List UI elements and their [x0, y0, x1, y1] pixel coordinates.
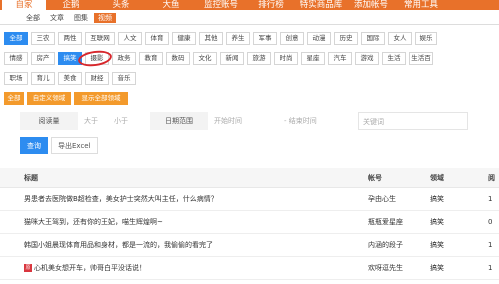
- table-row[interactable]: 男患者去医院做B超检查，美女护士突然大叫主任，什么病情？ 孕由心生 搞笑 1: [0, 188, 499, 211]
- category-tag[interactable]: 体育: [145, 32, 169, 45]
- category-tag[interactable]: 旅游: [247, 52, 271, 65]
- category-tag[interactable]: 新闻: [220, 52, 244, 65]
- table-row[interactable]: 韩国小姐晨现体育用品和身材，都是一流的，我偷偷的看完了 内涵的段子 搞笑 1: [0, 234, 499, 257]
- row-title[interactable]: 心机美女想开车，帅哥白平没话说！: [34, 264, 146, 272]
- category-tag[interactable]: 娱乐: [415, 32, 437, 45]
- category-tag[interactable]: 数码: [166, 52, 190, 65]
- nav-item-home[interactable]: 自家: [2, 0, 46, 10]
- category-tag[interactable]: 全部: [4, 92, 24, 105]
- export-excel-button[interactable]: 导出Excel: [51, 137, 98, 154]
- category-row-4: 全部 自定义领域 显示全部领域: [4, 92, 131, 105]
- row-title[interactable]: 男患者去医院做B超检查，美女护士突然大叫主任，什么病情？: [24, 188, 354, 211]
- custom-field-button[interactable]: 自定义领域: [27, 92, 71, 105]
- row-read: 1: [488, 241, 493, 249]
- end-date-input[interactable]: - 结束时间: [280, 112, 340, 130]
- category-tag[interactable]: 其他: [199, 32, 223, 45]
- header-read[interactable]: 阅: [488, 168, 499, 188]
- tab-article[interactable]: 文章: [46, 13, 68, 23]
- category-tag[interactable]: 创意: [280, 32, 304, 45]
- category-tag[interactable]: 动漫: [307, 32, 331, 45]
- category-tag[interactable]: 汽车: [328, 52, 352, 65]
- category-tag[interactable]: 互联网: [85, 32, 115, 45]
- nav-item-ranking[interactable]: 排行榜: [246, 0, 296, 10]
- category-tag[interactable]: 生活: [382, 52, 406, 65]
- original-tag-icon: 原: [24, 264, 32, 272]
- header-account[interactable]: 帐号: [368, 168, 428, 188]
- nav-item-tools[interactable]: 常用工具: [396, 0, 446, 10]
- keyword-input[interactable]: 关键词: [358, 112, 468, 130]
- category-row-2: 情感 房产 搞笑 摄影 政务 教育 数码 文化 新闻 旅游 时尚 星座 汽车 游…: [4, 52, 436, 65]
- row-title[interactable]: 韩国小姐晨现体育用品和身材，都是一流的，我偷偷的看完了: [24, 234, 354, 257]
- table-header: 标题 帐号 领域 阅: [0, 168, 499, 188]
- category-tag[interactable]: 健康: [172, 32, 196, 45]
- category-tag[interactable]: 历史: [334, 32, 358, 45]
- category-tag[interactable]: 全部: [4, 32, 28, 45]
- category-tag[interactable]: 教育: [139, 52, 163, 65]
- row-read: 1: [488, 195, 493, 203]
- row-field: 搞笑: [430, 218, 444, 226]
- action-buttons: 查询 导出Excel: [20, 137, 101, 154]
- category-tag[interactable]: 两性: [58, 32, 82, 45]
- row-read: 1: [488, 264, 493, 272]
- row-field: 搞笑: [430, 264, 444, 272]
- row-field: 搞笑: [430, 195, 444, 203]
- show-all-fields-button[interactable]: 显示全部领域: [74, 92, 128, 105]
- category-tag[interactable]: 养生: [226, 32, 250, 45]
- filter-bar: 阅读量 大于 小于 日期范围 开始时间 - 结束时间 关键词: [0, 112, 499, 130]
- row-title[interactable]: 猫咪大王驾到，还有你的王妃，喵生辉煌啊~: [24, 211, 354, 234]
- category-row-1: 全部 三农 两性 互联网 人文 体育 健康 其他 养生 军事 创意 动漫 历史 …: [4, 32, 440, 45]
- category-tag[interactable]: 生活百: [409, 52, 433, 65]
- category-tag[interactable]: 情感: [4, 52, 28, 65]
- tab-gallery[interactable]: 图集: [70, 13, 92, 23]
- results-table: 标题 帐号 领域 阅 男患者去医院做B超检查，美女护士突然大叫主任，什么病情？ …: [0, 168, 499, 280]
- tab-all[interactable]: 全部: [22, 13, 44, 23]
- category-tag[interactable]: 政务: [112, 52, 136, 65]
- content-type-tabs: 全部 文章 图集 视频: [0, 12, 118, 24]
- row-account: 内涵的段子: [368, 241, 403, 249]
- row-account: 瓶瓶爱星座: [368, 218, 403, 226]
- category-tag[interactable]: 国际: [361, 32, 385, 45]
- category-tag[interactable]: 文化: [193, 52, 217, 65]
- nav-item-goods[interactable]: 特实商品库: [296, 0, 346, 10]
- category-tag[interactable]: 职场: [4, 72, 28, 85]
- nav-item-toutiao[interactable]: 头条: [96, 0, 146, 10]
- category-tag[interactable]: 游戏: [355, 52, 379, 65]
- nav-item-add-account[interactable]: 添加帐号: [346, 0, 396, 10]
- query-button[interactable]: 查询: [20, 137, 48, 154]
- category-tag[interactable]: 三农: [31, 32, 55, 45]
- divider: [0, 24, 499, 25]
- read-min-input[interactable]: 大于: [80, 112, 110, 130]
- read-count-label: 阅读量: [20, 112, 78, 130]
- row-account: 欢呀逗先生: [368, 264, 403, 272]
- date-range-label: 日期范围: [150, 112, 208, 130]
- category-tag[interactable]: 财经: [85, 72, 109, 85]
- nav-item-penguin[interactable]: 企鹅: [46, 0, 96, 10]
- category-tag[interactable]: 女人: [388, 32, 412, 45]
- header-title[interactable]: 标题: [24, 168, 354, 188]
- category-row-3: 职场 育儿 美食 财经 音乐: [4, 72, 139, 85]
- category-tag[interactable]: 军事: [253, 32, 277, 45]
- row-title-with-tag[interactable]: 原心机美女想开车，帅哥白平没话说！: [24, 257, 354, 280]
- category-tag[interactable]: 育儿: [31, 72, 55, 85]
- category-tag[interactable]: 房产: [31, 52, 55, 65]
- read-max-input[interactable]: 小于: [110, 112, 140, 130]
- start-date-input[interactable]: 开始时间: [210, 112, 280, 130]
- category-tag[interactable]: 时尚: [274, 52, 298, 65]
- category-tag[interactable]: 音乐: [112, 72, 136, 85]
- row-field: 搞笑: [430, 241, 444, 249]
- row-read: 0: [488, 218, 493, 226]
- row-account: 孕由心生: [368, 195, 396, 203]
- nav-item-monitor[interactable]: 监控账号: [196, 0, 246, 10]
- nav-item-dayu[interactable]: 大鱼: [146, 0, 196, 10]
- table-row[interactable]: 猫咪大王驾到，还有你的王妃，喵生辉煌啊~ 瓶瓶爱星座 搞笑 0: [0, 211, 499, 234]
- category-tag[interactable]: 美食: [58, 72, 82, 85]
- table-row[interactable]: 原心机美女想开车，帅哥白平没话说！ 欢呀逗先生 搞笑 1: [0, 257, 499, 280]
- tab-video[interactable]: 视频: [94, 13, 116, 23]
- top-nav: 自家 企鹅 头条 大鱼 监控账号 排行榜 特实商品库 添加帐号 常用工具: [0, 0, 499, 10]
- header-field[interactable]: 领域: [430, 168, 460, 188]
- category-tag[interactable]: 星座: [301, 52, 325, 65]
- category-tag[interactable]: 人文: [118, 32, 142, 45]
